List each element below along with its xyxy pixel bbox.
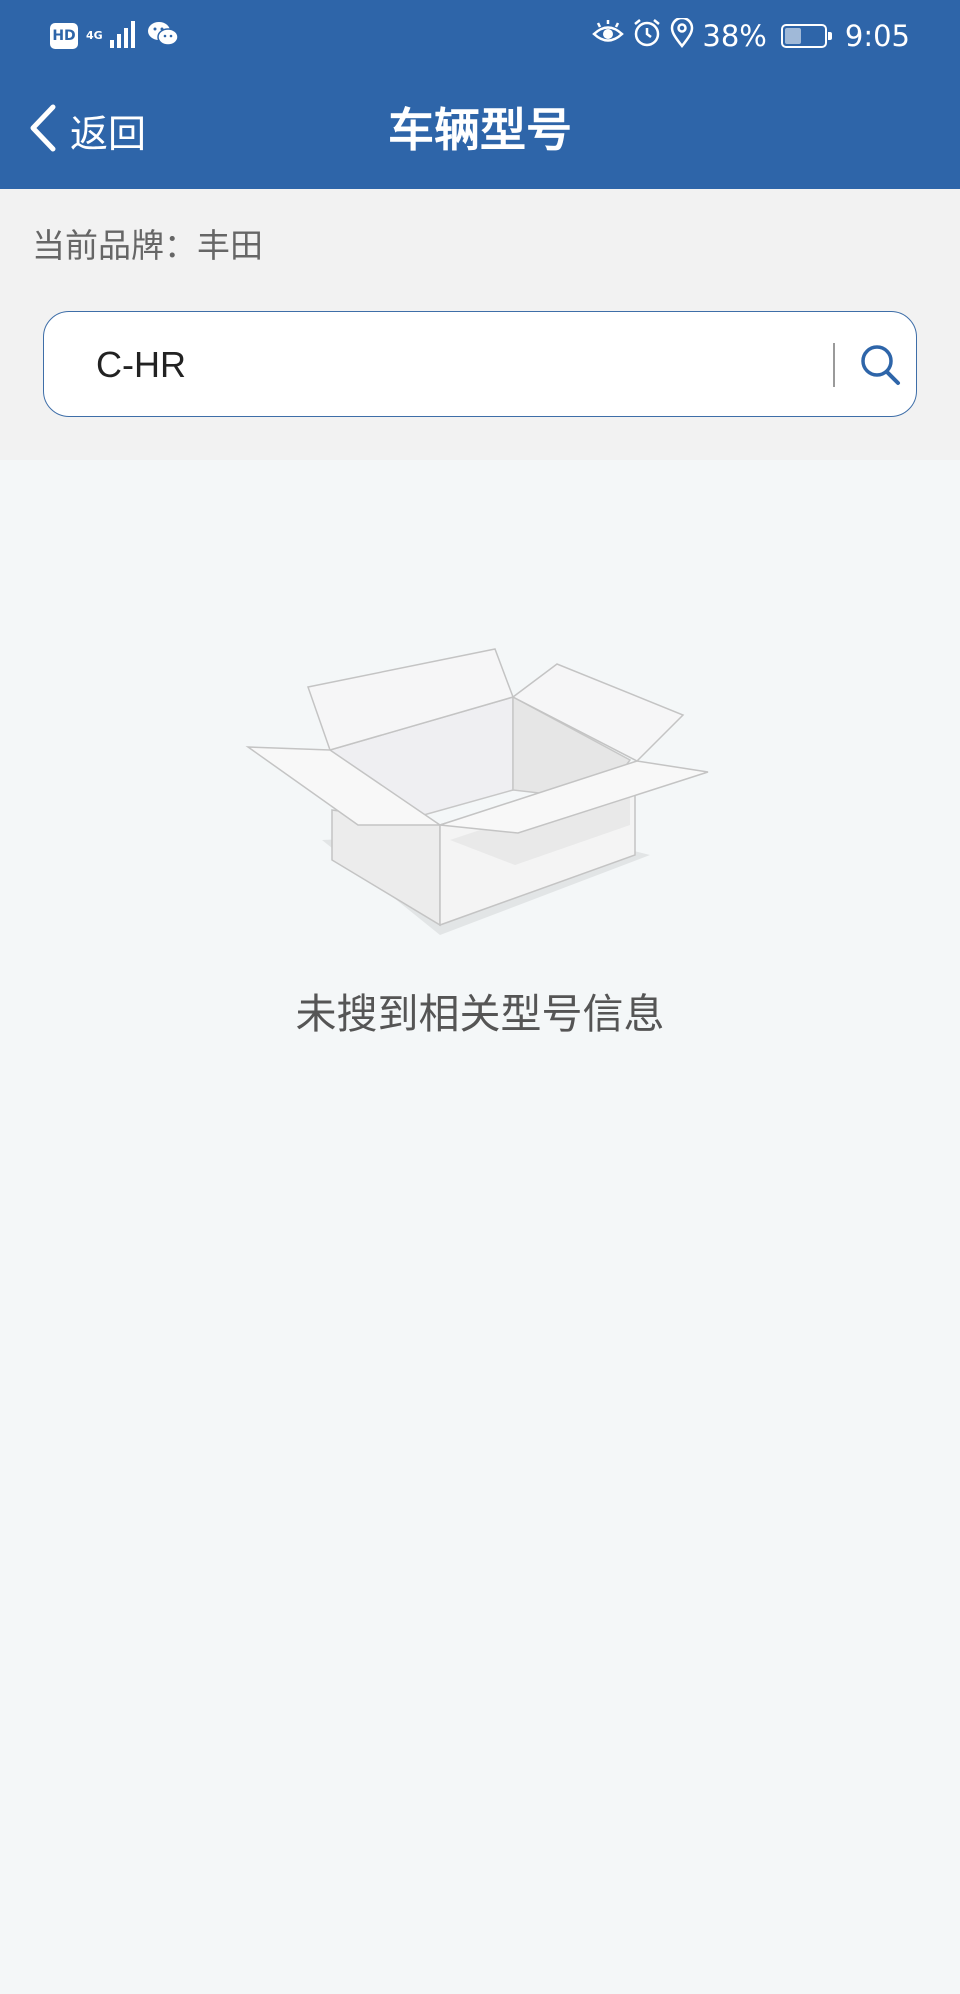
status-right: 38% 9:05: [592, 14, 910, 58]
empty-box-illustration: [240, 640, 720, 940]
wechat-icon: [147, 20, 179, 52]
network-type: 4G: [86, 30, 103, 42]
search-box: [43, 311, 917, 417]
search-divider: [833, 343, 835, 387]
page-title: 车辆型号: [388, 103, 572, 157]
battery-icon: [780, 24, 832, 48]
empty-message: 未搜到相关型号信息: [295, 990, 665, 1038]
status-bar: HD 4G 38% 9:05: [0, 0, 960, 72]
clock: 9:05: [844, 19, 910, 53]
search-panel: 当前品牌： 丰田: [0, 189, 960, 460]
location-icon: [670, 16, 694, 55]
brand-label: 当前品牌：: [32, 226, 197, 265]
search-input[interactable]: [96, 336, 816, 394]
hd-badge: HD: [50, 23, 78, 49]
signal-icon: [109, 20, 139, 52]
brand-value: 丰田: [197, 226, 263, 265]
status-left: HD 4G: [50, 18, 179, 54]
network-label: 4G: [86, 29, 103, 42]
battery-fill: [784, 28, 801, 44]
search-icon: [858, 342, 902, 390]
search-button[interactable]: [850, 336, 910, 396]
battery-percent: 38%: [702, 19, 767, 53]
app-header: HD 4G 38% 9:05 返回 车辆型号: [0, 0, 960, 189]
eye-care-icon: [592, 19, 625, 54]
nav-bar: 返回 车辆型号: [0, 72, 960, 189]
current-brand: 当前品牌： 丰田: [32, 219, 263, 267]
alarm-icon: [632, 18, 662, 55]
